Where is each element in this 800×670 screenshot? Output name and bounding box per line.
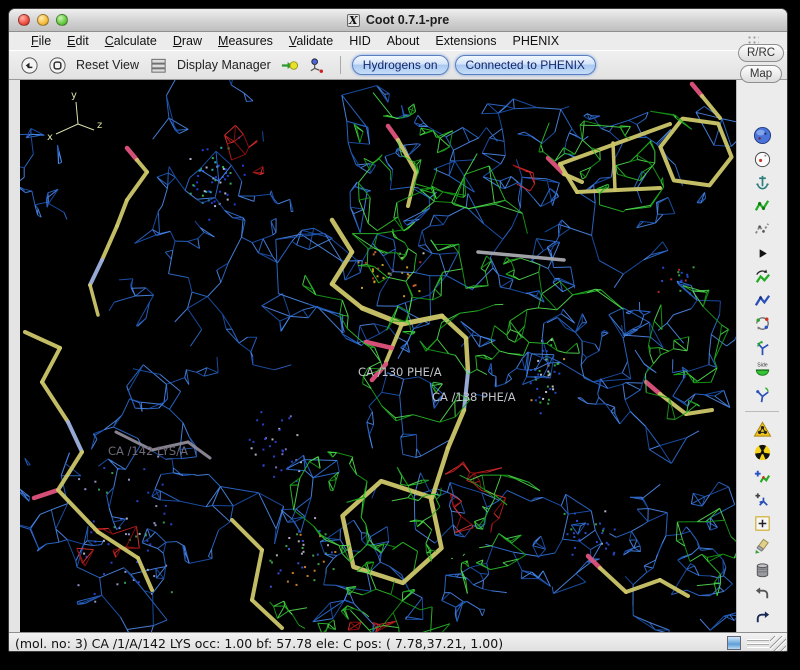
auto-fit-rotamer-icon[interactable]: [752, 291, 772, 310]
main-area: y x z CA /130 PHE/A CA /138 PHE/A CA /142 LYS…: [9, 80, 787, 632]
menu-item-file[interactable]: File: [23, 34, 59, 48]
coot-window: X Coot 0.7.1-pre FileEditCalculateDrawMe…: [8, 8, 788, 652]
resize-grip[interactable]: [770, 636, 786, 652]
axis-label: z: [97, 120, 102, 131]
sphere-refine-icon[interactable]: [752, 126, 772, 145]
x11-icon: X: [347, 14, 360, 27]
residue-label: CA /142 LYS/A: [108, 444, 188, 458]
delete-item-icon[interactable]: [752, 561, 772, 580]
anchor-atom-icon[interactable]: [752, 173, 772, 192]
rigid-body-fit-icon[interactable]: [752, 244, 772, 263]
ligand-builder-icon[interactable]: [307, 54, 329, 76]
menu-item-measures[interactable]: Measures: [210, 34, 281, 48]
right-toolbar: Side: [736, 80, 787, 632]
reset-view-button[interactable]: Reset View: [76, 58, 139, 72]
regularize-zone-icon[interactable]: [752, 220, 772, 239]
menu-items: FileEditCalculateDrawMeasuresValidateHID…: [23, 34, 567, 48]
flip-sidechain-icon[interactable]: Side: [752, 361, 772, 380]
menu-item-phenix[interactable]: PHENIX: [505, 34, 568, 48]
toolbar-separator: [340, 56, 341, 74]
menu-item-hid[interactable]: HID: [341, 34, 379, 48]
axis-label: y: [71, 90, 77, 101]
place-atom-icon[interactable]: [752, 514, 772, 533]
right-toolbar-separator: [745, 411, 779, 412]
display-manager-icon[interactable]: [147, 54, 169, 76]
real-space-refine-icon[interactable]: [752, 197, 772, 216]
status-bar: (mol. no: 3) CA /1/A/142 LYS occ: 1.00 b…: [9, 632, 787, 652]
svg-text:Side: Side: [757, 363, 768, 369]
undo-icon[interactable]: [752, 584, 772, 603]
residue-label: CA /138 PHE/A: [432, 390, 516, 404]
back-view-icon[interactable]: [18, 54, 40, 76]
simple-mutate-icon[interactable]: [752, 443, 772, 462]
map-button[interactable]: Map: [740, 65, 782, 83]
phenix-connection-button[interactable]: Connected to PHENIX: [455, 55, 596, 75]
title-bar[interactable]: X Coot 0.7.1-pre: [9, 9, 787, 32]
molecular-scene: y x z CA /130 PHE/A CA /138 PHE/A CA /142 LYS…: [20, 80, 736, 632]
window-title: Coot 0.7.1-pre: [366, 13, 449, 27]
menu-item-edit[interactable]: Edit: [59, 34, 97, 48]
recentre-view-icon[interactable]: [752, 150, 772, 169]
go-to-atom-icon[interactable]: [279, 54, 301, 76]
main-toolbar: Reset View Display Manager Hydrogens on …: [9, 50, 787, 80]
rotamers-icon[interactable]: [752, 314, 772, 333]
redo-icon[interactable]: [752, 608, 772, 627]
rotate-translate-icon[interactable]: [752, 267, 772, 286]
residue-label: CA /130 PHE/A: [358, 365, 442, 379]
rrc-button[interactable]: R/RC: [738, 44, 784, 62]
flip-peptide-icon[interactable]: [752, 385, 772, 404]
screen-background: X Coot 0.7.1-pre FileEditCalculateDrawMe…: [0, 0, 800, 670]
gl-canvas[interactable]: y x z CA /130 PHE/A CA /138 PHE/A CA /142 LYS…: [20, 80, 736, 632]
menu-item-about[interactable]: About: [379, 34, 428, 48]
menu-item-calculate[interactable]: Calculate: [97, 34, 165, 48]
status-scale-widget[interactable]: [727, 636, 741, 650]
clear-pending-picks-icon[interactable]: [752, 537, 772, 556]
window-title-area: X Coot 0.7.1-pre: [9, 13, 787, 27]
menu-bar: FileEditCalculateDrawMeasuresValidateHID…: [9, 32, 787, 50]
status-text: (mol. no: 3) CA /1/A/142 LYS occ: 1.00 b…: [15, 636, 503, 651]
status-grip-lines: [747, 639, 769, 648]
menu-item-draw[interactable]: Draw: [165, 34, 210, 48]
axis-label: x: [47, 132, 53, 143]
add-alt-conf-icon[interactable]: [752, 490, 772, 509]
display-manager-button[interactable]: Display Manager: [177, 58, 271, 72]
recentre-icon[interactable]: [46, 54, 68, 76]
mutate-autofit-icon[interactable]: [752, 420, 772, 439]
hydrogens-toggle-button[interactable]: Hydrogens on: [352, 55, 449, 75]
menu-item-extensions[interactable]: Extensions: [427, 34, 504, 48]
edit-chi-angles-icon[interactable]: [752, 338, 772, 357]
add-terminal-residue-icon[interactable]: [752, 467, 772, 486]
menu-item-validate[interactable]: Validate: [281, 34, 341, 48]
right-toolbar-icons: Side: [737, 126, 787, 632]
